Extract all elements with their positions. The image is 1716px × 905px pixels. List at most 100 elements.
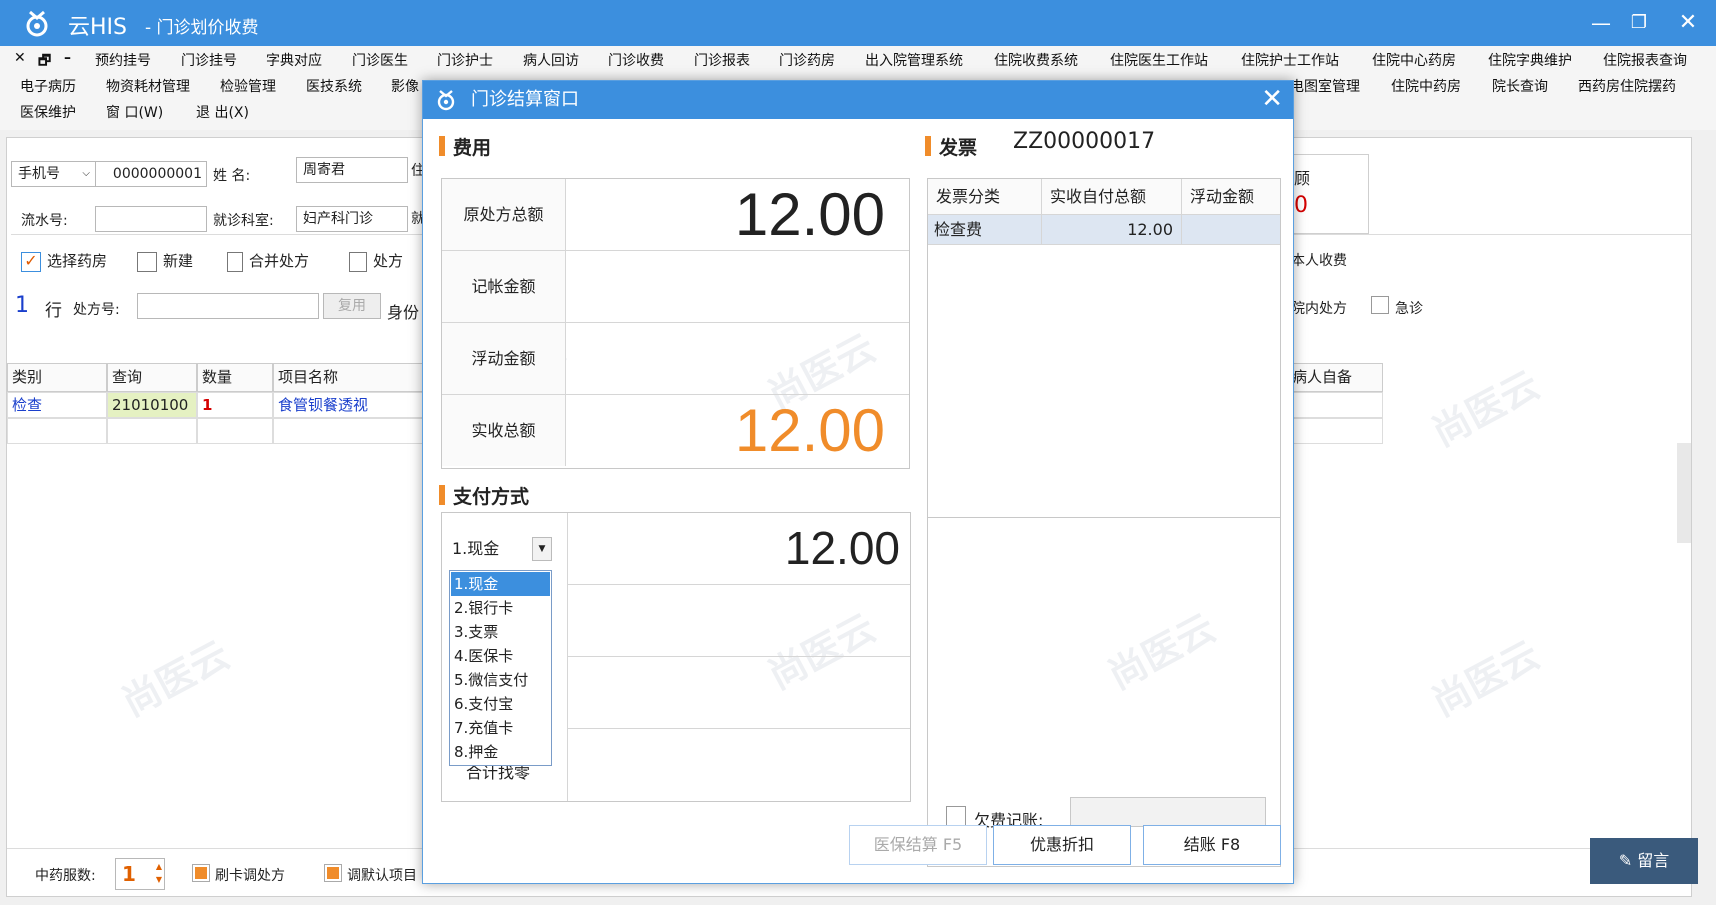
discount-button[interactable]: 优惠折扣 — [993, 825, 1131, 865]
mdi-minimize-icon[interactable]: – — [64, 50, 71, 66]
menu-item[interactable]: 住院中药房 — [1391, 76, 1461, 96]
menu-item[interactable]: 院长查询 — [1492, 76, 1548, 96]
payment-row[interactable] — [568, 657, 910, 729]
new-button[interactable]: 新建 — [137, 250, 193, 272]
minimize-icon[interactable]: — — [1586, 8, 1616, 38]
phone-type-select[interactable]: 手机号 ⌵ — [11, 161, 97, 187]
fee-label: 浮动金额 — [442, 323, 566, 394]
menu-item[interactable]: 住院护士工作站 — [1241, 50, 1339, 70]
change-row — [568, 729, 910, 801]
menu-item[interactable]: 出入院管理系统 — [865, 50, 963, 70]
menu-item[interactable]: 门诊收费 — [608, 50, 664, 70]
dropdown-option[interactable]: 8.押金 — [451, 740, 550, 764]
table-cell[interactable] — [1287, 418, 1383, 444]
herb-doses-stepper[interactable]: 1 ▲ ▼ — [115, 858, 165, 890]
menu-item-window[interactable]: 窗 口(W) — [106, 102, 163, 122]
dropdown-option[interactable]: 7.充值卡 — [451, 716, 550, 740]
menu-item[interactable]: 门诊护士 — [437, 50, 493, 70]
restore-icon[interactable]: ❐ — [1624, 8, 1654, 38]
menu-item[interactable]: 电子病历 — [20, 76, 76, 96]
dialog-title: 门诊结算窗口 — [471, 89, 579, 110]
row-count: 1 — [15, 293, 29, 318]
menu-item[interactable]: 住院中心药房 — [1372, 50, 1456, 70]
menu-item[interactable]: 医技系统 — [306, 76, 362, 96]
department-field[interactable]: 妇产科门诊 — [296, 206, 408, 232]
rx-button[interactable]: 处方 — [349, 250, 403, 272]
close-icon[interactable]: ✕ — [1261, 85, 1283, 113]
default-item-checkbox[interactable] — [324, 864, 342, 882]
table-cell[interactable] — [197, 418, 273, 444]
message-button[interactable]: ✎ 留言 — [1590, 838, 1698, 884]
menu-item[interactable]: 预约挂号 — [95, 50, 151, 70]
menu-item[interactable]: 病人回访 — [523, 50, 579, 70]
menu-item[interactable]: 住院收费系统 — [994, 50, 1078, 70]
menu-item[interactable]: 医保维护 — [20, 102, 76, 122]
table-cell[interactable] — [1287, 392, 1383, 418]
select-pharmacy-button[interactable]: ✓ 选择药房 — [21, 250, 107, 272]
menu-item[interactable]: 字典对应 — [266, 50, 322, 70]
settle-button[interactable]: 结账 F8 — [1143, 825, 1281, 865]
self-pay-label: 本人收费 — [1291, 253, 1347, 269]
menu-item[interactable]: 影像 — [391, 76, 419, 96]
menu-item[interactable]: 物资耗材管理 — [106, 76, 190, 96]
payment-row[interactable] — [568, 585, 910, 657]
dropdown-option[interactable]: 2.银行卡 — [451, 596, 550, 620]
dropdown-option[interactable]: 3.支票 — [451, 620, 550, 644]
mdi-restore-icon[interactable]: 🗗 — [38, 50, 51, 74]
serial-number-field[interactable] — [95, 206, 207, 232]
card-rx-label: 刷卡调处方 — [215, 868, 285, 884]
menu-item[interactable]: 住院报表查询 — [1603, 50, 1687, 70]
insurance-settle-button[interactable]: 医保结算 F5 — [849, 825, 987, 865]
menu-item[interactable]: 西药房住院摆药 — [1578, 76, 1676, 96]
table-cell[interactable] — [107, 418, 197, 444]
menu-item[interactable]: 电图室管理 — [1290, 76, 1360, 96]
table-cell-item[interactable]: 食管钡餐透视 — [273, 392, 433, 418]
card-rx-checkbox[interactable] — [192, 864, 210, 882]
table-cell-amount[interactable]: 12.00 — [1042, 215, 1182, 245]
fee-row: 实收总额 12.00 — [442, 395, 909, 467]
chevron-down-icon[interactable]: ▼ — [532, 537, 552, 561]
checkbox-icon: ✓ — [21, 251, 41, 272]
dropdown-option[interactable]: 1.现金 — [451, 572, 550, 596]
table-cell-float[interactable] — [1182, 215, 1280, 245]
copy-button[interactable]: 复用 — [323, 293, 381, 319]
side-collapse-handle[interactable] — [1677, 443, 1691, 543]
table-cell[interactable] — [7, 418, 107, 444]
table-cell-category[interactable]: 检查费 — [928, 215, 1042, 245]
table-cell-category[interactable]: 检查 — [7, 392, 107, 418]
menu-item[interactable]: 住院医生工作站 — [1110, 50, 1208, 70]
payment-row: 12.00 — [568, 513, 910, 585]
rx-number-field[interactable] — [137, 293, 319, 319]
table-cell-qty[interactable]: 1 — [197, 392, 273, 418]
fee-value: 12.00 — [734, 181, 885, 248]
menu-item[interactable]: 住院字典维护 — [1488, 50, 1572, 70]
close-icon[interactable]: ✕ — [1673, 8, 1703, 38]
dropdown-option[interactable]: 6.支付宝 — [451, 692, 550, 716]
arrears-field[interactable] — [1070, 797, 1266, 827]
menu-item[interactable]: 门诊报表 — [694, 50, 750, 70]
table-cell[interactable] — [273, 418, 433, 444]
menu-item[interactable]: 检验管理 — [220, 76, 276, 96]
emergency-label: 急诊 — [1395, 301, 1423, 317]
merge-rx-button[interactable]: 合并处方 — [227, 250, 309, 272]
payment-amount[interactable]: 12.00 — [785, 519, 900, 577]
watermark: 尚医云 — [114, 632, 237, 725]
mdi-close-icon[interactable]: ✕ — [14, 50, 26, 66]
table-cell-query[interactable]: 21010100 — [107, 392, 197, 418]
payment-method-select[interactable]: 1.现金 ▼ — [452, 535, 552, 563]
stepper-arrows-icon[interactable]: ▲ ▼ — [156, 860, 162, 886]
patient-name-field[interactable]: 周寄君 — [296, 157, 408, 183]
menu-item[interactable]: 门诊药房 — [779, 50, 835, 70]
menu-item[interactable]: 门诊挂号 — [181, 50, 237, 70]
dropdown-option[interactable]: 5.微信支付 — [451, 668, 550, 692]
phone-number-field[interactable]: 0000000001 — [95, 161, 207, 187]
fee-label: 记帐金额 — [442, 251, 566, 322]
menu-item-exit[interactable]: 退 出(X) — [196, 102, 249, 122]
emergency-checkbox[interactable] — [1371, 296, 1389, 314]
merge-icon — [227, 251, 243, 272]
invoice-table: 发票分类 实收自付总额 浮动金额 检查费 12.00 欠费记账: — [927, 178, 1281, 867]
dropdown-option[interactable]: 4.医保卡 — [451, 644, 550, 668]
menu-item[interactable]: 门诊医生 — [352, 50, 408, 70]
arrears-checkbox[interactable] — [946, 806, 966, 826]
payment-method-dropdown: 1.现金 2.银行卡 3.支票 4.医保卡 5.微信支付 6.支付宝 7.充值卡… — [449, 570, 552, 766]
